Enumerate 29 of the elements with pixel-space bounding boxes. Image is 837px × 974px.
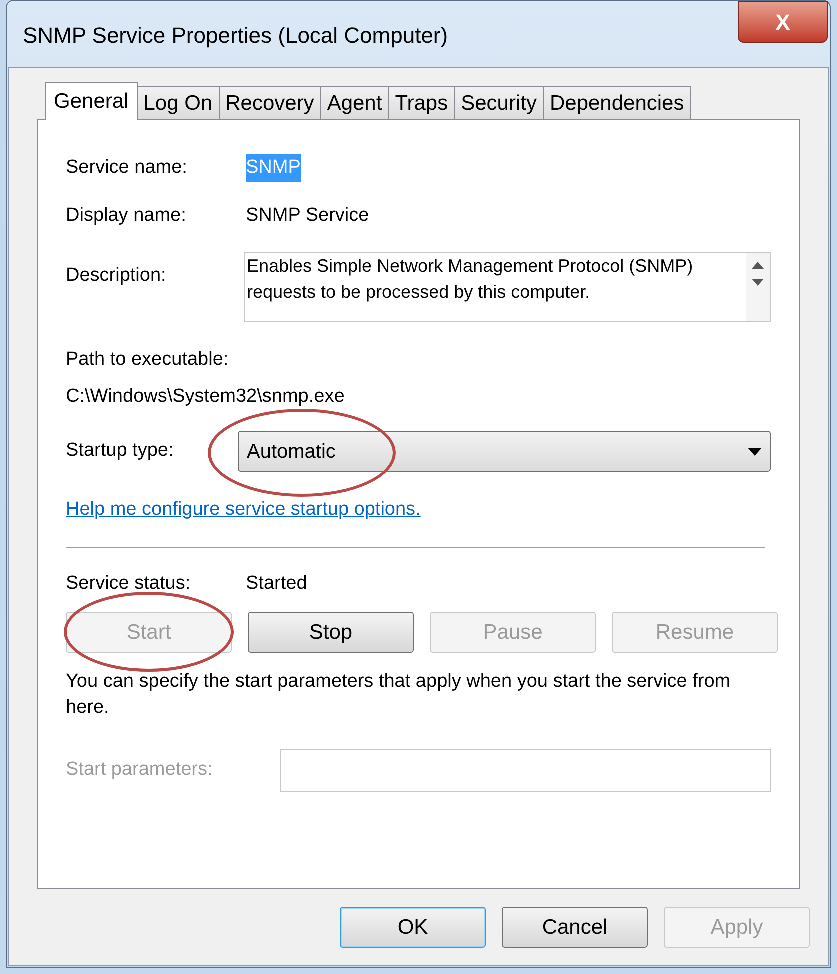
path-value: C:\Windows\System32\snmp.exe	[66, 384, 346, 408]
button[interactable]: Stop	[248, 612, 414, 653]
scroll-up-icon[interactable]	[752, 261, 764, 269]
tab[interactable]: Recovery	[218, 86, 322, 120]
tab[interactable]: Security	[454, 86, 544, 120]
tab[interactable]: Log On	[136, 86, 220, 120]
help-link[interactable]: Help me configure service startup options.	[66, 496, 421, 524]
field-label: Display name:	[66, 204, 188, 228]
field-label: Service name:	[66, 156, 188, 180]
tab[interactable]: General	[45, 82, 138, 120]
field-label: Service status:	[66, 572, 192, 596]
window-title: SNMP Service Properties (Local Computer)	[23, 22, 448, 50]
field-label: Path to executable:	[66, 348, 230, 372]
field-label: Startup type:	[66, 439, 175, 464]
scroll-down-icon[interactable]	[752, 279, 764, 287]
info-text: You can specify the start parameters that apply when you start the service from here.	[66, 670, 732, 720]
tab[interactable]: Dependencies	[542, 86, 692, 120]
display-name-value: SNMP Service	[246, 204, 370, 228]
service-name-value: SNMP	[246, 154, 301, 182]
tab[interactable]: Agent	[320, 86, 390, 120]
description-text: Enables Simple Network Management Protocol (SNMP) requests to be processed by this computer.	[246, 255, 694, 304]
button[interactable]: OK	[340, 907, 486, 948]
dropdown-caret-icon	[748, 448, 762, 456]
field-label: Start parameters:	[66, 758, 214, 782]
service-status-value: Started	[246, 572, 308, 596]
startup-type-dropdown[interactable]: Automatic	[238, 431, 771, 472]
tab[interactable]: Traps	[388, 86, 456, 120]
field-label: Description:	[66, 264, 168, 288]
button[interactable]: Cancel	[502, 907, 648, 948]
